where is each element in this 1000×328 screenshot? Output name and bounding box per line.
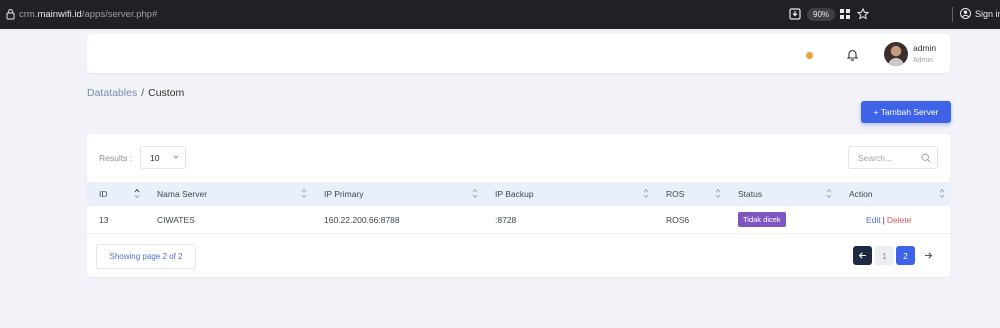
sort-icon[interactable] — [643, 187, 649, 200]
cell-ros: ROS6 — [666, 215, 690, 225]
action-separator: | — [882, 215, 885, 225]
delete-link[interactable]: Delete — [887, 215, 912, 225]
signin-button[interactable]: Sign in — [960, 8, 1000, 19]
status-badge: Tidak dicek — [738, 212, 786, 227]
sort-icon[interactable] — [826, 187, 832, 200]
toolbar-divider — [952, 7, 953, 22]
user-role: Admin — [913, 57, 933, 64]
zoom-level[interactable]: 90% — [807, 8, 836, 21]
column-header-status[interactable]: Status — [738, 189, 762, 199]
pagination-next-button[interactable] — [919, 246, 938, 265]
table-row — [87, 206, 950, 234]
url-domain: mainwifi.id — [37, 9, 82, 20]
cell-ip-primary: 160.22.200.66:8788 — [324, 215, 400, 225]
lock-icon — [6, 8, 15, 20]
account-icon — [960, 8, 971, 19]
cell-ip-backup: :8728 — [495, 215, 517, 225]
breadcrumb-current: Custom — [148, 87, 185, 99]
results-value: 10 — [150, 153, 160, 163]
url-path: /apps/server.php# — [81, 9, 158, 20]
results-per-page-select[interactable]: 10 — [140, 146, 186, 169]
browser-toolbar: crm.mainwifi.id/apps/server.php# 90% Sig… — [0, 0, 1000, 29]
sort-icon[interactable] — [939, 187, 945, 200]
column-header-ip-primary[interactable]: IP Primary — [324, 189, 364, 199]
showing-page-info: Showing page 2 of 2 — [96, 244, 196, 269]
apps-grid-icon[interactable] — [839, 8, 851, 20]
sort-icon[interactable] — [301, 187, 307, 200]
sort-icon[interactable] — [472, 187, 478, 200]
edit-link[interactable]: Edit — [866, 215, 881, 225]
column-header-id[interactable]: ID — [99, 189, 108, 199]
column-header-action[interactable]: Action — [849, 189, 873, 199]
column-header-nama-server[interactable]: Nama Server — [157, 189, 207, 199]
sort-icon[interactable] — [134, 187, 140, 200]
pagination-prev-button[interactable] — [853, 246, 872, 265]
column-header-ros[interactable]: ROS — [666, 189, 684, 199]
column-header-ip-backup[interactable]: IP Backup — [495, 189, 534, 199]
cell-nama-server: CIWATES — [157, 215, 195, 225]
pagination-page-2[interactable]: 2 — [896, 246, 915, 265]
bookmark-star-icon[interactable] — [857, 8, 869, 20]
breadcrumb-separator: / — [141, 87, 145, 99]
avatar[interactable] — [884, 42, 908, 66]
breadcrumb-parent-link[interactable]: Datatables — [87, 87, 137, 99]
add-server-button[interactable]: + Tambah Server — [861, 101, 951, 123]
arrow-left-icon — [858, 252, 866, 259]
sort-icon[interactable] — [715, 187, 721, 200]
address-bar[interactable]: crm.mainwifi.id/apps/server.php# — [19, 9, 157, 20]
signin-label: Sign in — [975, 8, 1000, 19]
install-app-icon[interactable] — [789, 8, 801, 20]
breadcrumb: Datatables / Custom — [87, 87, 184, 99]
search-placeholder: Search... — [858, 153, 893, 163]
user-name: admin — [913, 43, 937, 53]
results-label: Results : — [99, 153, 133, 163]
search-icon — [921, 153, 931, 163]
chevron-down-icon — [173, 155, 179, 159]
search-input[interactable]: Search... — [848, 146, 938, 169]
cell-id: 13 — [99, 215, 109, 225]
arrow-right-icon — [925, 252, 933, 259]
notification-dot[interactable] — [806, 52, 813, 59]
cell-action: Edit | Delete — [866, 215, 911, 225]
bell-icon[interactable] — [846, 48, 859, 61]
pagination-page-1[interactable]: 1 — [875, 246, 894, 265]
url-prefix: crm. — [19, 9, 38, 20]
top-navbar — [87, 34, 950, 73]
